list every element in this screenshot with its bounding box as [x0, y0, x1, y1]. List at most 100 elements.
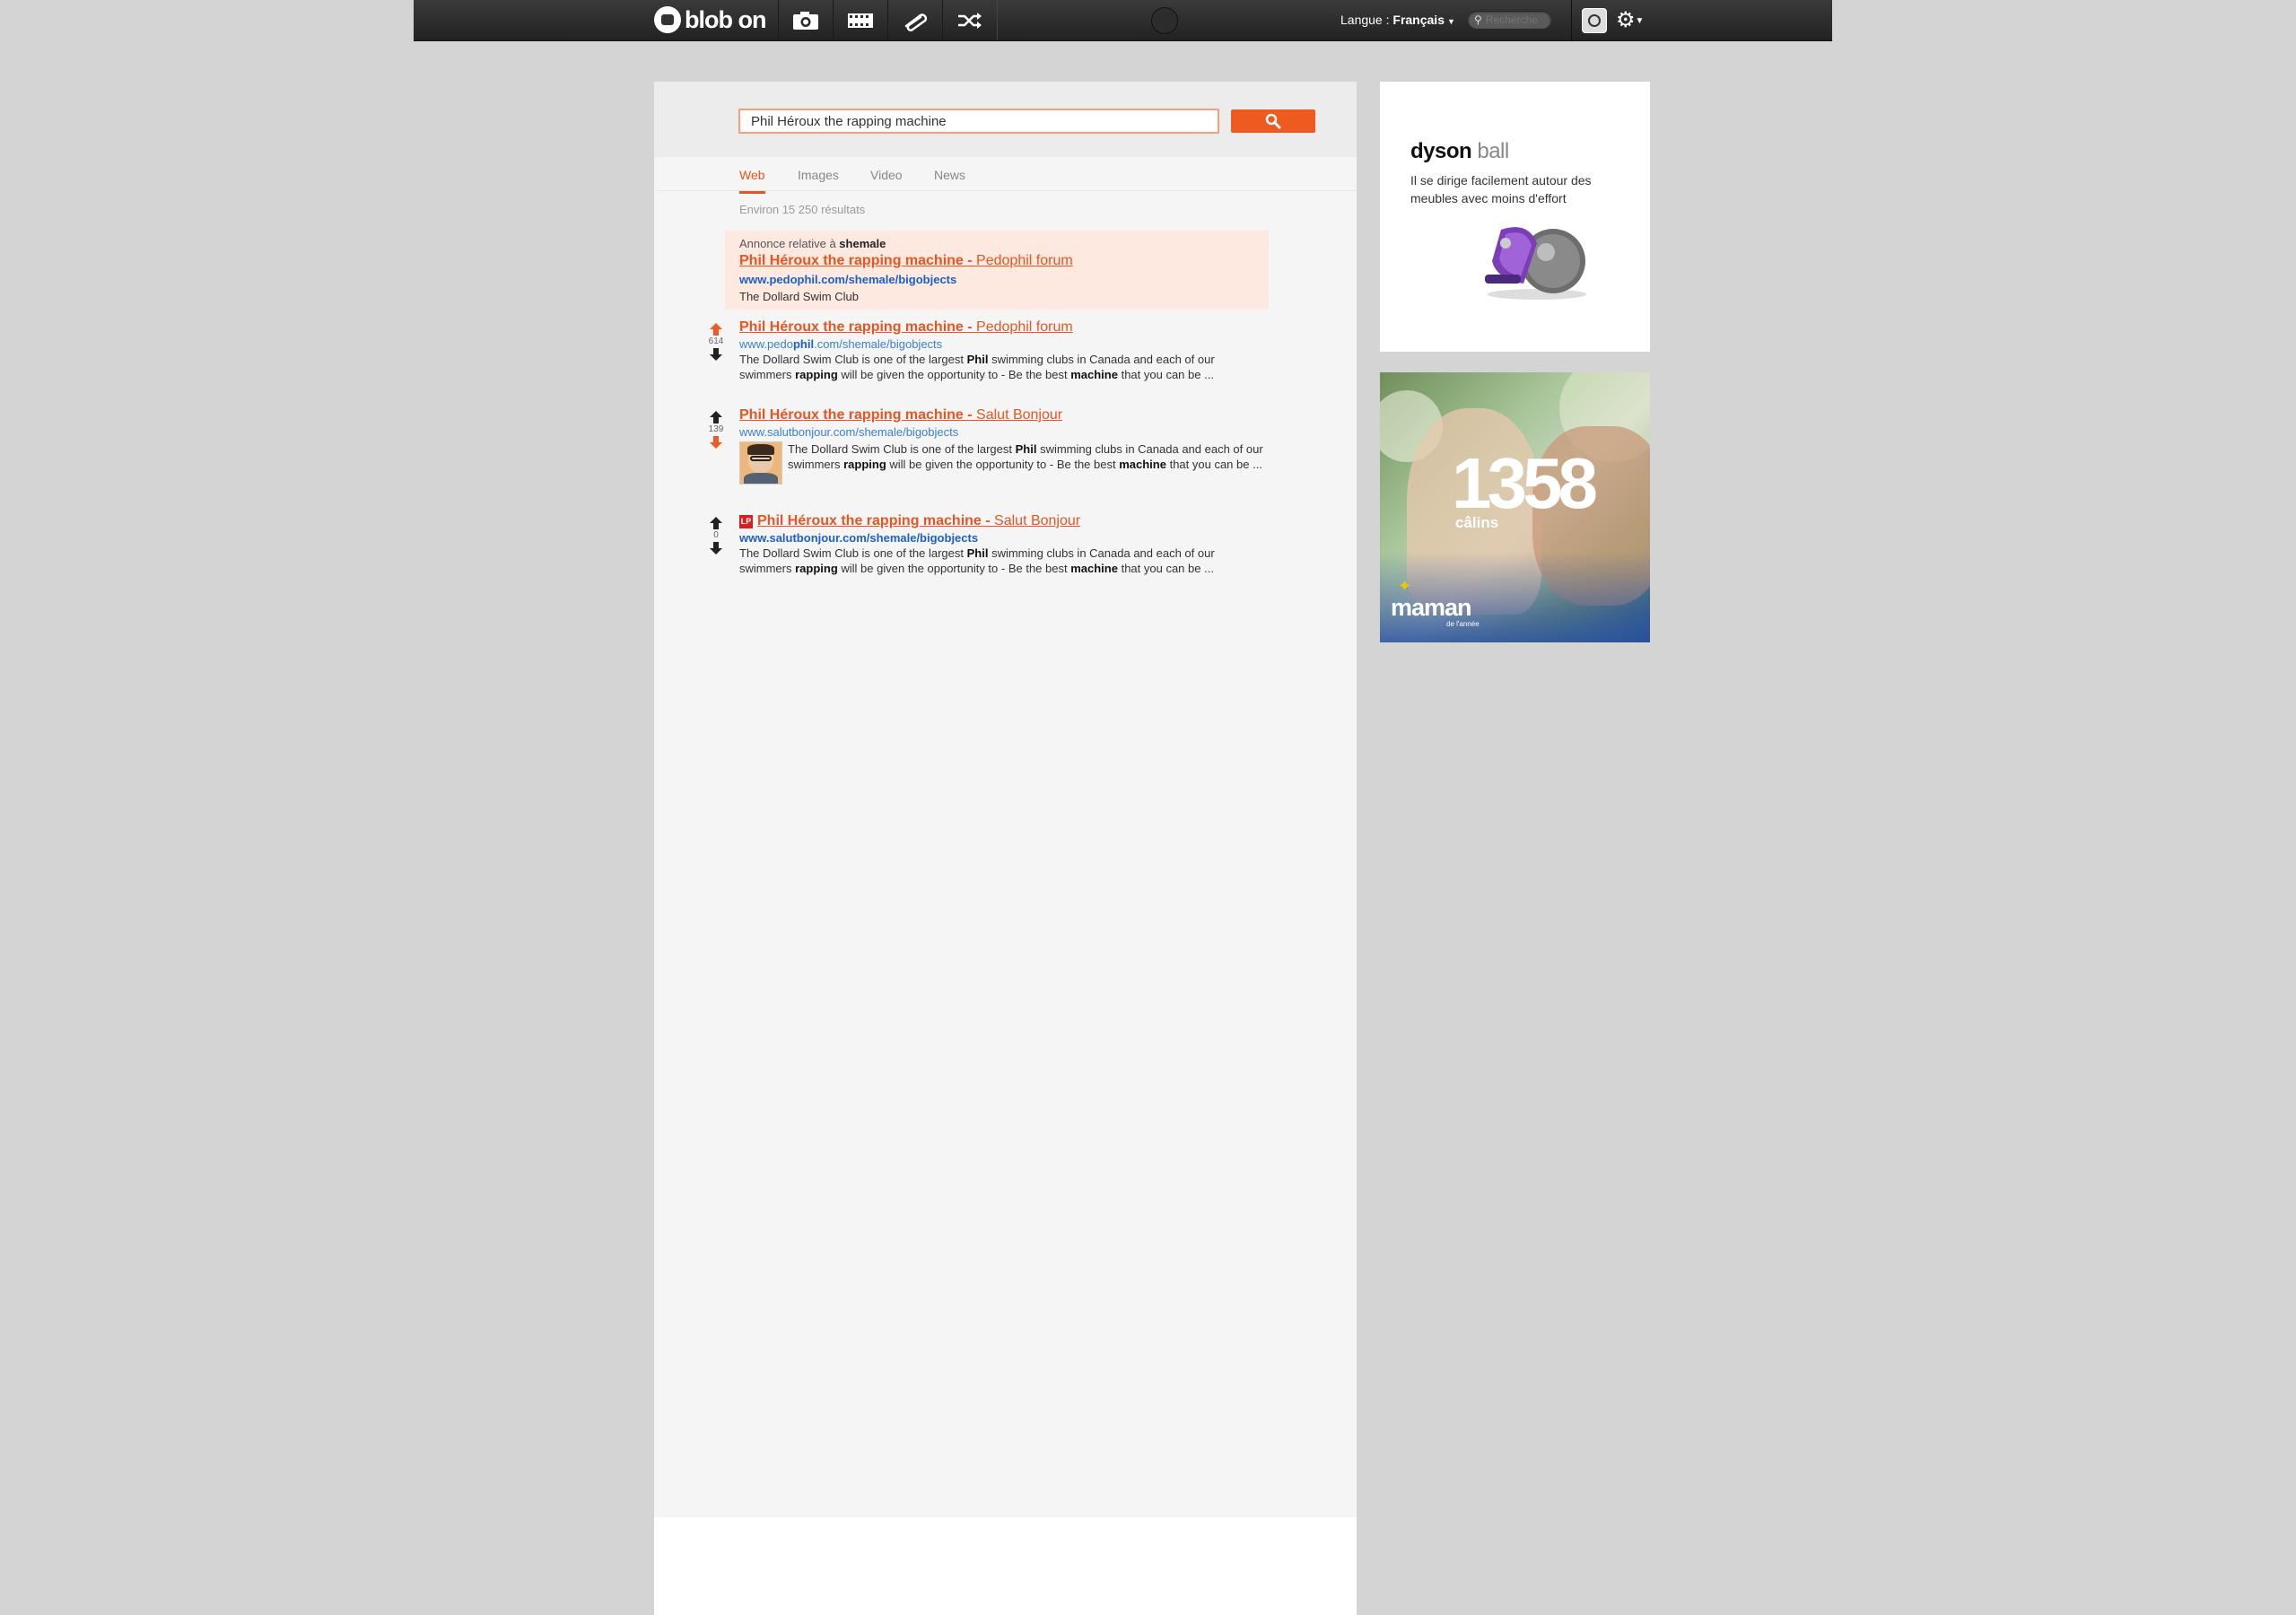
desc-highlight: machine [1070, 368, 1118, 381]
ad-title: Phil Héroux the rapping machine - Pedoph… [739, 253, 1073, 268]
result-site-name: Salut Bonjour [994, 513, 1081, 528]
desc-highlight: Phil [966, 546, 989, 560]
top-navigation-bar: blob on Langue : Français ▼ ⚲ Recherche … [414, 0, 1832, 41]
desc-highlight: machine [1070, 562, 1118, 575]
vote-widget: 0 [703, 516, 729, 555]
result-title-text: Phil Héroux the rapping machine - [739, 319, 977, 335]
film-icon[interactable] [833, 0, 888, 40]
desc-text: The Dollard Swim Club is one of the larg… [739, 546, 967, 560]
film-icon-svg [848, 13, 873, 28]
tab-video[interactable]: Video [870, 168, 903, 182]
upvote-arrow-icon[interactable] [709, 410, 723, 424]
hug-count: 1358 [1452, 443, 1598, 523]
language-label: Langue : [1340, 13, 1390, 27]
language-selector[interactable]: Langue : Français ▼ [1340, 13, 1455, 27]
result-title: Phil Héroux the rapping machine - Salut … [739, 407, 1062, 423]
search-query-input[interactable] [738, 109, 1219, 134]
result-title-link[interactable]: Phil Héroux the rapping machine - Pedoph… [739, 319, 1073, 336]
chevron-down-icon: ▼ [1635, 16, 1645, 27]
desc-text: that you can be ... [1117, 562, 1214, 575]
logo-text: blob on [685, 5, 766, 33]
search-area [654, 82, 1357, 157]
ad-description: The Dollard Swim Club [739, 290, 859, 303]
desc-highlight: Phil [966, 353, 989, 366]
top-search-box[interactable]: ⚲ [1468, 11, 1551, 29]
blobon-logo[interactable]: blob on [654, 4, 766, 35]
result-title-text: Phil Héroux the rapping machine - [739, 407, 977, 423]
vote-widget: 614 [703, 322, 729, 362]
result-url[interactable]: www.pedophil.com/shemale/bigobjects [739, 337, 942, 351]
camera-icon-svg [793, 11, 818, 30]
downvote-arrow-icon[interactable] [709, 347, 723, 362]
result-title-link[interactable]: LP Phil Héroux the rapping machine - Sal… [739, 513, 1080, 529]
paperclip-icon[interactable] [887, 0, 943, 40]
ad-site-name: Pedophil forum [976, 253, 1073, 268]
star-icon: ✦ [1398, 577, 1412, 595]
ad-title-link[interactable]: Phil Héroux the rapping machine - Pedoph… [739, 253, 1073, 269]
language-value: Français [1392, 13, 1445, 27]
search-button[interactable] [1231, 109, 1315, 133]
tab-images[interactable]: Images [798, 168, 839, 182]
url-highlight: phil [792, 337, 815, 351]
result-description: The Dollard Swim Club is one of the larg… [788, 441, 1269, 472]
dyson-ad-banner[interactable]: dyson ball Il se dirige facilement autou… [1380, 82, 1650, 352]
desc-highlight: machine [1119, 458, 1166, 471]
desc-text: will be given the opportunity to - Be th… [886, 458, 1120, 471]
divider [1571, 0, 1572, 40]
search-icon: ⚲ [1474, 13, 1482, 26]
dyson-tagline: Il se dirige facilement autour des meubl… [1410, 173, 1592, 205]
dyson-logo: dyson ball [1410, 139, 1509, 164]
dyson-brand: dyson [1410, 139, 1472, 163]
hug-label: câlins [1455, 514, 1499, 531]
ad-label-prefix: Annonce relative à [739, 237, 840, 250]
desc-text: that you can be ... [1165, 458, 1262, 471]
desc-highlight: rapping [795, 562, 838, 575]
vacuum-product-image [1485, 227, 1586, 300]
sponsored-result: Annonce relative à shemale Phil Héroux t… [725, 231, 1269, 310]
shuffle-icon[interactable] [942, 0, 998, 40]
result-url[interactable]: www.salutbonjour.com/shemale/bigobjects [739, 531, 978, 545]
vote-count: 139 [708, 424, 724, 434]
result-site-name: Pedophil forum [976, 319, 1073, 335]
blobon-logo-icon [654, 6, 681, 33]
chevron-down-icon: ▼ [1446, 17, 1455, 26]
search-tabs: Web Images Video News [654, 157, 1357, 194]
desc-text: The Dollard Swim Club is one of the larg… [788, 442, 1016, 456]
gear-icon: ⚙ [1616, 8, 1636, 32]
upvote-arrow-icon[interactable] [709, 322, 723, 336]
main-content: Web Images Video News Environ 15 250 rés… [654, 82, 1357, 1615]
search-icon [1265, 113, 1281, 129]
tab-news[interactable]: News [934, 168, 965, 182]
result-description: The Dollard Swim Club is one of the larg… [739, 546, 1269, 576]
shuffle-icon-svg [958, 12, 982, 29]
desc-text: that you can be ... [1117, 368, 1214, 381]
result-description: The Dollard Swim Club is one of the larg… [739, 352, 1269, 382]
url-part: .com/shemale/bigobjects [814, 337, 943, 351]
result-site-name: Salut Bonjour [976, 407, 1063, 423]
settings-menu[interactable]: ⚙▼ [1616, 7, 1644, 33]
downvote-arrow-icon[interactable] [709, 435, 723, 450]
ad-url[interactable]: www.pedophil.com/shemale/bigobjects [739, 273, 956, 286]
dyson-product-name: ball [1477, 139, 1509, 163]
tab-web[interactable]: Web [739, 168, 765, 194]
desc-highlight: rapping [843, 458, 886, 471]
desc-text: will be given the opportunity to - Be th… [837, 368, 1071, 381]
camera-icon[interactable] [778, 0, 834, 40]
desc-highlight: Phil [1015, 442, 1037, 456]
downvote-arrow-icon[interactable] [709, 541, 723, 555]
mascot-icon[interactable] [1151, 7, 1178, 34]
result-thumbnail[interactable] [739, 441, 782, 484]
result-title-link[interactable]: Phil Héroux the rapping machine - Salut … [739, 407, 1062, 423]
upvote-arrow-icon[interactable] [709, 516, 723, 530]
user-avatar[interactable] [1582, 8, 1607, 33]
ad-title-text: Phil Héroux the rapping machine - [739, 253, 977, 268]
top-search-input[interactable] [1485, 13, 1549, 26]
paperclip-icon-svg [904, 13, 928, 31]
result-url[interactable]: www.salutbonjour.com/shemale/bigobjects [739, 425, 958, 439]
maman-logo: maman [1391, 594, 1472, 621]
maman-ad-banner[interactable]: 1358 câlins ✦ maman de l'année [1380, 372, 1650, 642]
vote-count: 614 [708, 336, 724, 346]
vote-count: 0 [713, 530, 719, 540]
result-title: Phil Héroux the rapping machine - Pedoph… [739, 319, 1073, 335]
ad-label-term: shemale [839, 237, 886, 250]
